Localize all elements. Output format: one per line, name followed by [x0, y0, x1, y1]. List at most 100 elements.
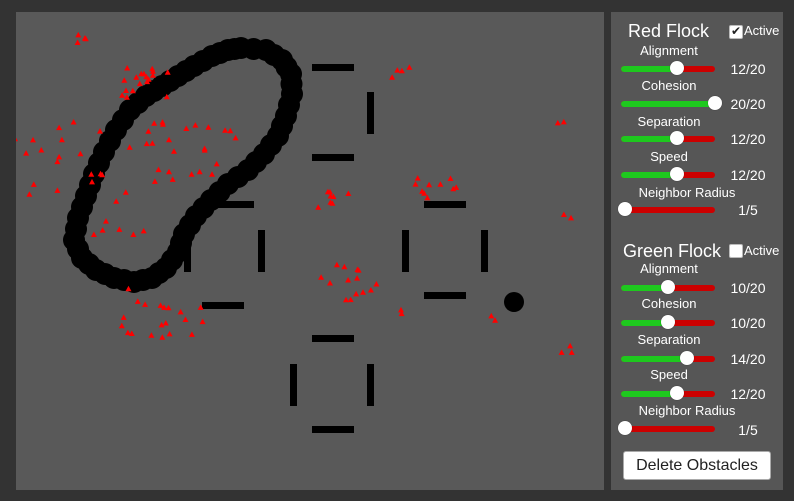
- slider-knob[interactable]: [661, 315, 675, 329]
- obstacle-bar[interactable]: [312, 154, 354, 161]
- red-boid: [209, 171, 215, 177]
- red-speed-slider[interactable]: [621, 167, 715, 181]
- red-separation-slider[interactable]: [621, 131, 715, 145]
- simulation-svg[interactable]: [16, 12, 604, 490]
- red-boid: [90, 231, 97, 237]
- red-boid: [398, 306, 404, 313]
- green-alignment-slider[interactable]: [621, 280, 715, 294]
- green-speed-label: Speed: [650, 367, 688, 382]
- red-boid: [126, 144, 133, 150]
- red-boid: [26, 191, 33, 197]
- red-boid: [426, 181, 433, 188]
- slider-knob[interactable]: [670, 386, 684, 400]
- red-boid: [345, 190, 352, 196]
- green-neighbor-radius-slider[interactable]: [618, 421, 715, 435]
- red-boid: [81, 35, 88, 41]
- simulation-canvas[interactable]: [16, 12, 604, 490]
- slider-knob[interactable]: [670, 167, 684, 181]
- green-flock-active-checkbox[interactable]: [729, 244, 743, 258]
- obstacle-bar[interactable]: [312, 335, 354, 342]
- red-alignment-slider[interactable]: [621, 61, 715, 75]
- red-boid: [23, 150, 30, 156]
- red-boid: [199, 318, 206, 325]
- red-boid: [122, 189, 129, 195]
- red-boid: [159, 334, 166, 340]
- red-boid: [124, 65, 131, 71]
- red-boid: [118, 322, 125, 329]
- slider-knob[interactable]: [618, 202, 632, 216]
- red-boid: [345, 277, 352, 283]
- red-boid: [145, 128, 152, 134]
- red-boid: [121, 77, 128, 83]
- slider-fill: [621, 172, 677, 178]
- green-cohesion-label: Cohesion: [641, 296, 697, 311]
- red-boid: [560, 118, 567, 125]
- drawn-obstacle-loop[interactable]: [63, 37, 303, 293]
- green-neighbor-radius-label: Neighbor Radius: [638, 403, 736, 418]
- red-boid: [166, 330, 173, 337]
- red-boid: [343, 296, 349, 303]
- red-boid: [97, 128, 103, 134]
- green-flock-active-label: Active: [744, 243, 780, 258]
- red-boid: [232, 134, 239, 141]
- red-boid: [182, 316, 189, 322]
- red-boid: [560, 211, 567, 217]
- delete-obstacles-button[interactable]: Delete Obstacles: [623, 451, 771, 480]
- green-flock-title: Green Flock: [623, 241, 722, 261]
- red-boid: [373, 281, 380, 287]
- red-alignment-value: 12/20: [730, 61, 766, 77]
- red-boid: [394, 67, 401, 73]
- red-boid: [155, 166, 162, 173]
- red-neighbor-radius-slider[interactable]: [618, 202, 715, 216]
- red-flock-active-checkbox[interactable]: [729, 24, 743, 39]
- obstacle-bar[interactable]: [202, 302, 244, 309]
- obstacle-bar[interactable]: [312, 64, 354, 71]
- red-boid: [227, 127, 234, 134]
- obstacle-bar[interactable]: [290, 364, 297, 406]
- green-speed-value: 12/20: [730, 386, 766, 402]
- slider-knob[interactable]: [618, 421, 632, 435]
- red-boid: [568, 349, 575, 355]
- green-cohesion-slider[interactable]: [621, 315, 715, 329]
- red-boid: [353, 290, 360, 297]
- green-alignment-value: 10/20: [730, 280, 766, 296]
- red-boid: [74, 39, 81, 45]
- obstacle-bar[interactable]: [481, 230, 488, 272]
- red-boid: [414, 175, 421, 181]
- red-boid: [318, 274, 325, 280]
- red-boid: [177, 308, 184, 315]
- red-boid: [133, 74, 140, 80]
- red-boid: [222, 127, 229, 133]
- red-boid: [130, 231, 137, 237]
- slider-knob[interactable]: [708, 96, 722, 110]
- slider-fill: [621, 356, 687, 362]
- green-speed-slider[interactable]: [621, 386, 715, 400]
- slider-fill: [621, 101, 715, 107]
- slider-fill: [621, 66, 677, 72]
- slider-knob[interactable]: [670, 131, 684, 145]
- red-boid: [567, 342, 574, 349]
- obstacle-bar[interactable]: [312, 426, 354, 433]
- obstacle-dot[interactable]: [504, 292, 524, 312]
- red-boid: [129, 87, 136, 94]
- obstacle-bar[interactable]: [424, 292, 466, 299]
- red-boid: [165, 304, 172, 311]
- green-separation-slider[interactable]: [621, 351, 715, 365]
- obstacle-bar[interactable]: [367, 92, 374, 134]
- obstacle-bar[interactable]: [258, 230, 265, 272]
- green-separation-label: Separation: [637, 332, 701, 347]
- red-boid: [406, 64, 413, 70]
- obstacle-bars: [184, 64, 488, 433]
- slider-knob[interactable]: [670, 61, 684, 75]
- red-boid: [134, 298, 141, 304]
- red-speed-label: Speed: [650, 149, 688, 164]
- red-boid: [347, 296, 354, 303]
- obstacle-bar[interactable]: [402, 230, 409, 272]
- red-boid: [54, 187, 61, 193]
- obstacle-bar[interactable]: [367, 364, 374, 406]
- obstacle-bar[interactable]: [424, 201, 466, 208]
- slider-knob[interactable]: [661, 280, 675, 294]
- red-neighbor-radius-value: 1/5: [738, 202, 758, 218]
- slider-knob[interactable]: [680, 351, 694, 365]
- red-cohesion-slider[interactable]: [621, 96, 722, 110]
